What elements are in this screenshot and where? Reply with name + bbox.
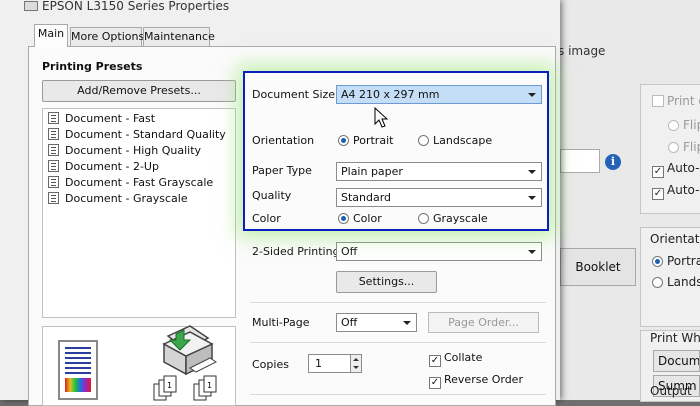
quality-label: Quality xyxy=(252,189,292,202)
chevron-down-icon xyxy=(528,196,536,200)
booklet-button[interactable]: Booklet xyxy=(560,248,636,286)
copies-label: Copies xyxy=(252,358,289,371)
document-icon xyxy=(48,176,59,188)
orientation-label: Orientation xyxy=(252,134,315,147)
copies-stepper[interactable] xyxy=(350,354,362,373)
two-sided-printing-label: 2-Sided Printing xyxy=(252,245,340,258)
bg-orientation-label: Orientatio xyxy=(650,232,700,246)
tab-main[interactable]: Main xyxy=(34,24,68,47)
two-up-document-icon xyxy=(48,160,59,172)
grayscale-radio[interactable]: Grayscale xyxy=(418,212,488,225)
landscape-radio[interactable]: Landscape xyxy=(418,134,492,147)
printer-feed-icon xyxy=(162,325,217,376)
paper-preview-icon xyxy=(58,340,98,400)
collate-checkbox[interactable]: ✓ Collate xyxy=(429,351,482,367)
reverse-order-checkbox[interactable]: ✓ Reverse Order xyxy=(429,373,523,389)
multi-page-dropdown[interactable]: Off xyxy=(336,313,417,332)
radio-icon xyxy=(668,120,679,131)
chevron-down-icon xyxy=(528,170,536,174)
svg-text:1: 1 xyxy=(167,381,172,390)
bg-document-button[interactable]: Documer xyxy=(653,350,700,372)
divider xyxy=(250,342,546,343)
page-order-button[interactable]: Page Order... xyxy=(428,312,539,333)
preset-item[interactable]: Document - High Quality xyxy=(48,144,201,160)
bg-flip-option-1[interactable]: Flip xyxy=(668,118,700,132)
document-icon xyxy=(48,112,59,124)
radio-icon xyxy=(418,213,429,224)
radio-icon xyxy=(652,256,663,267)
chevron-down-icon xyxy=(403,321,411,325)
chevron-down-icon xyxy=(528,250,536,254)
checkmark-icon: ✓ xyxy=(429,355,441,367)
quality-dropdown[interactable]: Standard xyxy=(336,188,542,207)
radio-icon xyxy=(418,135,429,146)
document-size-dropdown[interactable]: A4 210 x 297 mm xyxy=(336,85,542,104)
info-icon[interactable]: i xyxy=(605,154,621,170)
checkbox-icon xyxy=(652,95,664,107)
paper-type-label: Paper Type xyxy=(252,164,312,177)
settings-button[interactable]: Settings... xyxy=(336,271,437,293)
radio-icon xyxy=(652,277,663,288)
document-size-label: Document Size xyxy=(252,88,336,101)
bg-input-field[interactable] xyxy=(560,149,600,173)
divider xyxy=(250,394,546,395)
document-icon xyxy=(48,144,59,156)
tab-maintenance[interactable]: Maintenance xyxy=(143,27,215,46)
color-label: Color xyxy=(252,212,281,225)
multi-page-label: Multi-Page xyxy=(252,316,310,329)
divider xyxy=(250,302,546,303)
checkmark-icon: ✓ xyxy=(429,377,441,389)
tab-more-options[interactable]: More Options xyxy=(70,27,144,46)
preset-item[interactable]: Document - Fast Grayscale xyxy=(48,176,213,192)
preset-item[interactable]: Document - 2-Up xyxy=(48,160,159,176)
window-title: EPSON L3150 Series Properties xyxy=(42,0,230,13)
checkmark-icon: ✓ xyxy=(652,166,664,178)
bg-auto-option-2[interactable]: ✓Auto-C xyxy=(652,183,700,200)
copies-input[interactable]: 1 xyxy=(308,354,352,373)
add-remove-presets-button[interactable]: Add/Remove Presets... xyxy=(42,80,236,102)
mouse-cursor-icon xyxy=(374,107,389,128)
radio-icon xyxy=(668,142,679,153)
bg-print-on-option[interactable]: Print o xyxy=(652,94,700,108)
document-icon xyxy=(48,192,59,204)
chevron-down-icon xyxy=(528,93,536,97)
preset-item[interactable]: Document - Grayscale xyxy=(48,192,188,208)
portrait-radio[interactable]: Portrait xyxy=(338,134,393,147)
bg-image-label: s image xyxy=(558,44,606,58)
bg-flip-option-2[interactable]: Flip xyxy=(668,140,700,154)
checkmark-icon: ✓ xyxy=(652,188,664,200)
bg-landscape-option[interactable]: Landsc xyxy=(652,275,700,289)
preset-item[interactable]: Document - Standard Quality xyxy=(48,128,226,144)
svg-text:1: 1 xyxy=(207,381,212,390)
radio-selected-icon xyxy=(338,135,349,146)
printer-icon xyxy=(24,1,38,11)
radio-selected-icon xyxy=(338,213,349,224)
color-radio[interactable]: Color xyxy=(338,212,382,225)
preset-item[interactable]: Document - Fast xyxy=(48,112,155,128)
paper-type-dropdown[interactable]: Plain paper xyxy=(336,162,542,181)
bg-auto-option-1[interactable]: ✓Auto-R xyxy=(652,161,700,178)
bg-output-label: Output xyxy=(650,384,692,398)
printing-presets-heading: Printing Presets xyxy=(42,60,143,73)
two-sided-printing-dropdown[interactable]: Off xyxy=(336,242,542,261)
bg-print-what-label: Print Wha xyxy=(650,331,700,345)
bg-portrait-option[interactable]: Portrai xyxy=(652,254,700,268)
document-icon xyxy=(48,128,59,140)
